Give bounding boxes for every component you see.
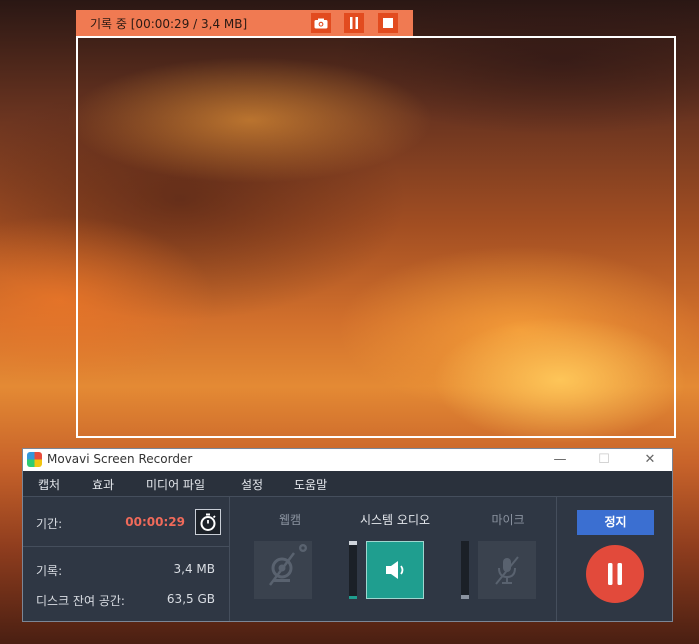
microphone-level-meter xyxy=(461,541,469,599)
disk-space-value: 63,5 GB xyxy=(166,592,215,606)
pause-icon xyxy=(608,563,622,585)
duration-value: 00:00:29 xyxy=(125,515,185,529)
recording-status-text: 기록 중 [00:00:29 / 3,4 MB] xyxy=(90,17,248,31)
maximize-button[interactable]: ☐ xyxy=(593,450,615,470)
close-button[interactable]: ✕ xyxy=(639,450,661,470)
stats-divider xyxy=(23,546,230,547)
minimize-button[interactable]: — xyxy=(549,450,571,470)
system-audio-label: 시스템 오디오 xyxy=(359,513,431,527)
title-bar[interactable]: Movavi Screen Recorder — ☐ ✕ xyxy=(23,449,672,471)
webcam-toggle[interactable] xyxy=(254,541,312,599)
menu-effects[interactable]: 효과 xyxy=(92,476,114,493)
disk-space-label: 디스크 잔여 공간: xyxy=(36,594,125,608)
window-title: Movavi Screen Recorder xyxy=(47,452,193,466)
recorded-size-value: 3,4 MB xyxy=(173,562,215,576)
screenshot-button[interactable] xyxy=(311,13,331,33)
menu-media-files[interactable]: 미디어 파일 xyxy=(146,476,205,493)
level-peak xyxy=(349,541,357,545)
menu-bar: 캡처 효과 미디어 파일 설정 도움말 xyxy=(23,471,672,497)
menu-help[interactable]: 도움말 xyxy=(294,476,327,493)
scheduler-button[interactable] xyxy=(195,509,221,535)
system-audio-level-meter xyxy=(349,541,357,599)
recorder-window: Movavi Screen Recorder — ☐ ✕ 캡처 효과 미디어 파… xyxy=(22,448,673,622)
toolbar-stop-button[interactable] xyxy=(378,13,398,33)
toolbar-pause-button[interactable] xyxy=(344,13,364,33)
stop-recording-button[interactable]: 정지 xyxy=(577,510,654,535)
level-fill xyxy=(349,596,357,599)
pause-recording-button[interactable] xyxy=(586,545,644,603)
microphone-off-icon xyxy=(495,556,519,585)
input-devices-panel: 웹캠 시스템 오디오 마이크 xyxy=(231,497,557,621)
capture-region-frame[interactable] xyxy=(76,36,676,438)
system-audio-toggle[interactable] xyxy=(366,541,424,599)
app-logo-icon xyxy=(27,452,42,467)
duration-label: 기간: xyxy=(36,517,63,531)
stop-icon xyxy=(383,18,393,28)
stopwatch-icon xyxy=(200,513,216,531)
webcam-label: 웹캠 xyxy=(278,513,302,527)
recording-toolbar: 기록 중 [00:00:29 / 3,4 MB] xyxy=(76,10,413,36)
webcam-off-icon xyxy=(269,544,307,586)
menu-settings[interactable]: 설정 xyxy=(241,476,263,493)
microphone-toggle[interactable] xyxy=(478,541,536,599)
camera-icon xyxy=(314,18,328,28)
recording-stats-panel: 기간: 00:00:29 기록: 3,4 MB 디스크 잔여 공간: 63,5 … xyxy=(23,497,230,621)
microphone-label: 마이크 xyxy=(491,513,525,527)
menu-capture[interactable]: 캡처 xyxy=(38,476,60,493)
mic-level-fill xyxy=(461,595,469,599)
recorded-size-label: 기록: xyxy=(36,564,63,578)
recording-controls-panel: 정지 xyxy=(558,497,672,621)
speaker-icon xyxy=(386,561,404,579)
pause-icon xyxy=(350,17,358,29)
